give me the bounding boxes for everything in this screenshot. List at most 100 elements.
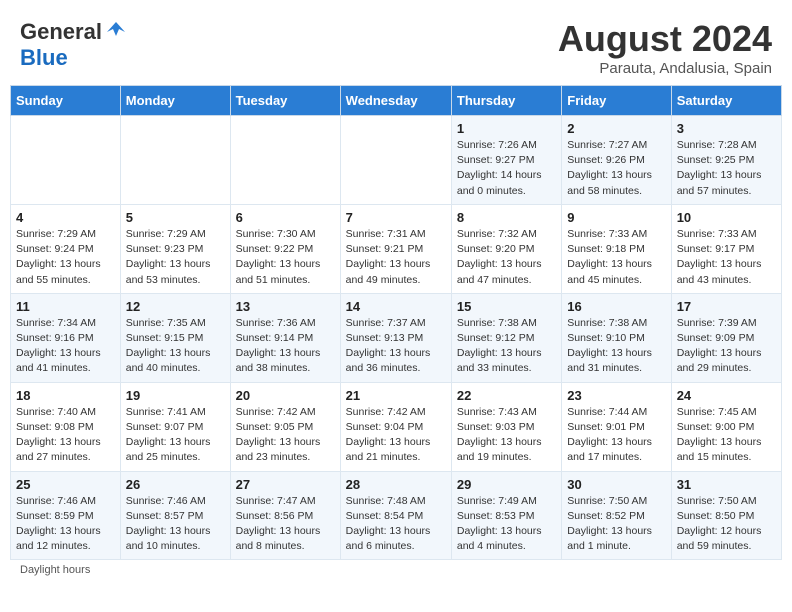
day-number: 13 — [236, 299, 335, 314]
day-info: Sunrise: 7:47 AMSunset: 8:56 PMDaylight:… — [236, 494, 335, 555]
day-number: 23 — [567, 388, 665, 403]
day-cell-15: 15 Sunrise: 7:38 AMSunset: 9:12 PMDayligh… — [451, 293, 561, 382]
day-info: Sunrise: 7:32 AMSunset: 9:20 PMDaylight:… — [457, 227, 556, 288]
day-info: Sunrise: 7:45 AMSunset: 9:00 PMDaylight:… — [677, 405, 776, 466]
weekday-header-thursday: Thursday — [451, 86, 561, 116]
day-number: 5 — [126, 210, 225, 225]
day-info: Sunrise: 7:29 AMSunset: 9:24 PMDaylight:… — [16, 227, 115, 288]
day-info: Sunrise: 7:42 AMSunset: 9:04 PMDaylight:… — [346, 405, 446, 466]
day-number: 18 — [16, 388, 115, 403]
day-cell-25: 25 Sunrise: 7:46 AMSunset: 8:59 PMDayligh… — [11, 471, 121, 560]
day-number: 31 — [677, 477, 776, 492]
day-cell-12: 12Sunrise: 7:35 AMSunset: 9:15 PMDayligh… — [120, 293, 230, 382]
day-number: 2 — [567, 121, 665, 136]
day-number: 27 — [236, 477, 335, 492]
day-info: Sunrise: 7:37 AMSunset: 9:13 PMDaylight:… — [346, 316, 446, 377]
week-row-3: 11Sunrise: 7:34 AMSunset: 9:16 PMDayligh… — [11, 293, 782, 382]
header: General Blue August 2024 Parauta, Andalu… — [10, 10, 782, 81]
weekday-header-wednesday: Wednesday — [340, 86, 451, 116]
day-cell-19: 19Sunrise: 7:41 AMSunset: 9:07 PMDayligh… — [120, 382, 230, 471]
day-number: 28 — [346, 477, 446, 492]
day-cell-6: 6 Sunrise: 7:30 AMSunset: 9:22 PMDaylight… — [230, 204, 340, 293]
day-cell-5: 5 Sunrise: 7:29 AMSunset: 9:23 PMDaylight… — [120, 204, 230, 293]
day-cell-29: 29 Sunrise: 7:49 AMSunset: 8:53 PMDayligh… — [451, 471, 561, 560]
day-number: 25 — [16, 477, 115, 492]
day-number: 21 — [346, 388, 446, 403]
day-number: 24 — [677, 388, 776, 403]
logo-blue-text: Blue — [20, 45, 68, 71]
day-info: Sunrise: 7:30 AMSunset: 9:22 PMDaylight:… — [236, 227, 335, 288]
week-row-5: 25 Sunrise: 7:46 AMSunset: 8:59 PMDayligh… — [11, 471, 782, 560]
day-cell-empty-0-0 — [11, 116, 121, 205]
day-number: 29 — [457, 477, 556, 492]
day-number: 17 — [677, 299, 776, 314]
day-cell-31: 31 Sunrise: 7:50 AMSunset: 8:50 PMDayligh… — [671, 471, 781, 560]
day-cell-2: 2 Sunrise: 7:27 AMSunset: 9:26 PMDaylight… — [562, 116, 671, 205]
day-info: Sunrise: 7:44 AMSunset: 9:01 PMDaylight:… — [567, 405, 665, 466]
day-info: Sunrise: 7:27 AMSunset: 9:26 PMDaylight:… — [567, 138, 665, 199]
day-cell-20: 20Sunrise: 7:42 AMSunset: 9:05 PMDayligh… — [230, 382, 340, 471]
day-cell-18: 18 Sunrise: 7:40 AMSunset: 9:08 PMDayligh… — [11, 382, 121, 471]
day-info: Sunrise: 7:46 AMSunset: 8:57 PMDaylight:… — [126, 494, 225, 555]
weekday-header-row: SundayMondayTuesdayWednesdayThursdayFrid… — [11, 86, 782, 116]
day-number: 19 — [126, 388, 225, 403]
logo-bird — [105, 18, 127, 45]
day-cell-4: 4 Sunrise: 7:29 AMSunset: 9:24 PMDaylight… — [11, 204, 121, 293]
day-number: 22 — [457, 388, 556, 403]
day-number: 30 — [567, 477, 665, 492]
day-info: Sunrise: 7:48 AMSunset: 8:54 PMDaylight:… — [346, 494, 446, 555]
day-cell-1: 1Sunrise: 7:26 AMSunset: 9:27 PMDaylight… — [451, 116, 561, 205]
day-info: Sunrise: 7:38 AMSunset: 9:10 PMDaylight:… — [567, 316, 665, 377]
day-info: Sunrise: 7:29 AMSunset: 9:23 PMDaylight:… — [126, 227, 225, 288]
day-info: Sunrise: 7:28 AMSunset: 9:25 PMDaylight:… — [677, 138, 776, 199]
day-cell-empty-0-2 — [230, 116, 340, 205]
footer-note: Daylight hours — [10, 560, 782, 580]
day-info: Sunrise: 7:39 AMSunset: 9:09 PMDaylight:… — [677, 316, 776, 377]
day-cell-22: 22 Sunrise: 7:43 AMSunset: 9:03 PMDayligh… — [451, 382, 561, 471]
day-cell-21: 21 Sunrise: 7:42 AMSunset: 9:04 PMDayligh… — [340, 382, 451, 471]
day-number: 9 — [567, 210, 665, 225]
day-cell-9: 9 Sunrise: 7:33 AMSunset: 9:18 PMDaylight… — [562, 204, 671, 293]
day-cell-3: 3 Sunrise: 7:28 AMSunset: 9:25 PMDaylight… — [671, 116, 781, 205]
day-cell-empty-0-1 — [120, 116, 230, 205]
day-info: Sunrise: 7:40 AMSunset: 9:08 PMDaylight:… — [16, 405, 115, 466]
day-cell-17: 17 Sunrise: 7:39 AMSunset: 9:09 PMDayligh… — [671, 293, 781, 382]
day-number: 6 — [236, 210, 335, 225]
day-number: 8 — [457, 210, 556, 225]
day-number: 3 — [677, 121, 776, 136]
day-number: 4 — [16, 210, 115, 225]
weekday-header-tuesday: Tuesday — [230, 86, 340, 116]
day-info: Sunrise: 7:50 AMSunset: 8:50 PMDaylight:… — [677, 494, 776, 555]
day-info: Sunrise: 7:43 AMSunset: 9:03 PMDaylight:… — [457, 405, 556, 466]
day-info: Sunrise: 7:35 AMSunset: 9:15 PMDaylight:… — [126, 316, 225, 377]
day-cell-27: 27 Sunrise: 7:47 AMSunset: 8:56 PMDayligh… — [230, 471, 340, 560]
logo-area: General Blue — [20, 18, 127, 71]
logo: General — [20, 18, 127, 45]
calendar-table: SundayMondayTuesdayWednesdayThursdayFrid… — [10, 85, 782, 560]
day-cell-24: 24 Sunrise: 7:45 AMSunset: 9:00 PMDayligh… — [671, 382, 781, 471]
day-cell-26: 26 Sunrise: 7:46 AMSunset: 8:57 PMDayligh… — [120, 471, 230, 560]
day-info: Sunrise: 7:33 AMSunset: 9:18 PMDaylight:… — [567, 227, 665, 288]
month-title: August 2024 — [558, 18, 772, 60]
day-cell-14: 14Sunrise: 7:37 AMSunset: 9:13 PMDayligh… — [340, 293, 451, 382]
day-info: Sunrise: 7:49 AMSunset: 8:53 PMDaylight:… — [457, 494, 556, 555]
day-info: Sunrise: 7:46 AMSunset: 8:59 PMDaylight:… — [16, 494, 115, 555]
day-number: 26 — [126, 477, 225, 492]
day-cell-8: 8 Sunrise: 7:32 AMSunset: 9:20 PMDaylight… — [451, 204, 561, 293]
day-cell-10: 10Sunrise: 7:33 AMSunset: 9:17 PMDayligh… — [671, 204, 781, 293]
day-info: Sunrise: 7:36 AMSunset: 9:14 PMDaylight:… — [236, 316, 335, 377]
day-info: Sunrise: 7:33 AMSunset: 9:17 PMDaylight:… — [677, 227, 776, 288]
weekday-header-monday: Monday — [120, 86, 230, 116]
day-info: Sunrise: 7:31 AMSunset: 9:21 PMDaylight:… — [346, 227, 446, 288]
day-number: 15 — [457, 299, 556, 314]
day-cell-empty-0-3 — [340, 116, 451, 205]
weekday-header-saturday: Saturday — [671, 86, 781, 116]
day-number: 7 — [346, 210, 446, 225]
day-cell-13: 13 Sunrise: 7:36 AMSunset: 9:14 PMDayligh… — [230, 293, 340, 382]
day-info: Sunrise: 7:34 AMSunset: 9:16 PMDaylight:… — [16, 316, 115, 377]
day-cell-11: 11Sunrise: 7:34 AMSunset: 9:16 PMDayligh… — [11, 293, 121, 382]
title-area: August 2024 Parauta, Andalusia, Spain — [558, 18, 772, 77]
day-info: Sunrise: 7:38 AMSunset: 9:12 PMDaylight:… — [457, 316, 556, 377]
day-info: Sunrise: 7:50 AMSunset: 8:52 PMDaylight:… — [567, 494, 665, 555]
daylight-label: Daylight hours — [20, 564, 90, 576]
